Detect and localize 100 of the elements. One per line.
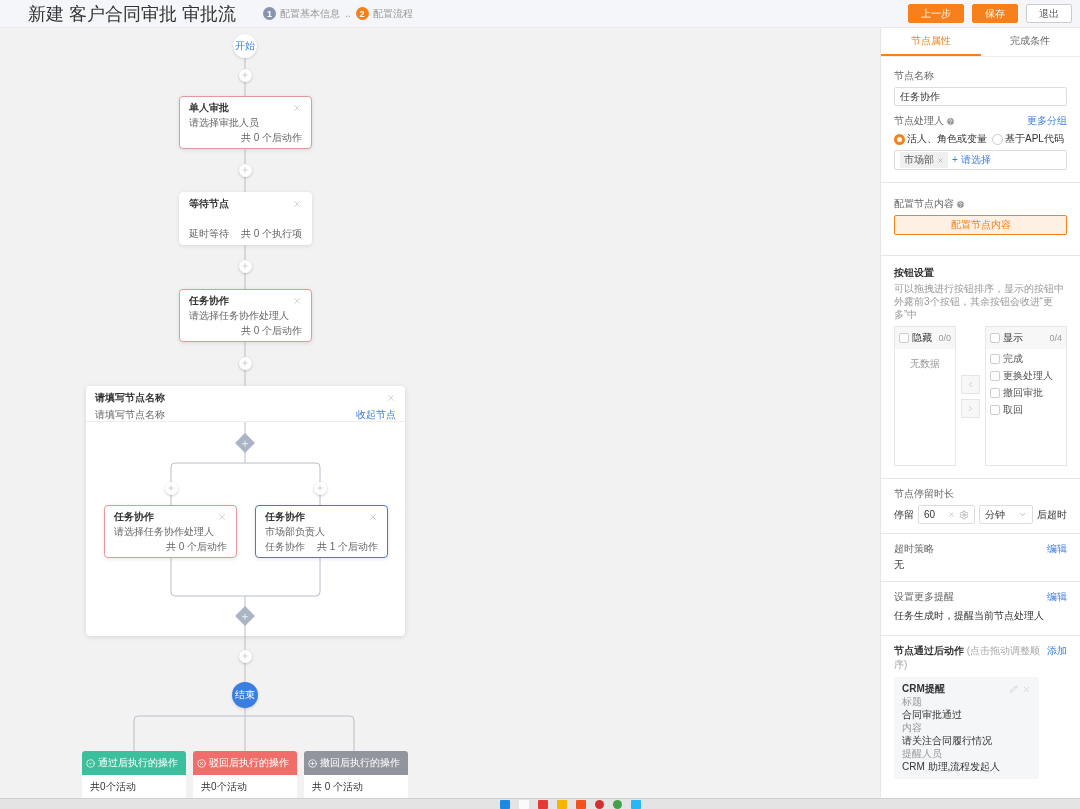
handler-field[interactable]: 市场部 + 请选择 xyxy=(894,150,1067,170)
plus-icon xyxy=(241,359,249,367)
step-number: 2 xyxy=(355,7,369,20)
action-count: 共 1 个后动作 xyxy=(316,541,378,553)
list-item[interactable]: 取回 xyxy=(1003,403,1023,417)
add-node-button[interactable] xyxy=(238,356,252,370)
list-item[interactable]: 撤回审批 xyxy=(1003,386,1043,400)
node-title: 任务协作 xyxy=(265,511,305,523)
field-value: 任务生成时，提醒当前节点处理人 xyxy=(894,609,1045,623)
node-card[interactable]: 等待节点 延时等待 共 0 个执行项 xyxy=(179,192,312,245)
field-label: 设置更多提醒 xyxy=(894,590,954,604)
list-title: 隐藏 xyxy=(912,331,932,345)
outcome-label: 撤回后执行的操作 xyxy=(320,756,400,770)
clear-icon[interactable] xyxy=(948,511,956,518)
outcome-label: 驳回后执行的操作 xyxy=(209,756,289,770)
add-node-button[interactable] xyxy=(238,68,252,82)
add-node-button[interactable] xyxy=(238,649,252,663)
start-node[interactable]: 开始 xyxy=(233,34,257,58)
section-title: 按钮设置 xyxy=(894,266,935,280)
help-icon[interactable] xyxy=(946,116,955,126)
radio-label: 基于APL代码 xyxy=(1005,132,1064,146)
plus-icon xyxy=(240,438,250,448)
edit-link[interactable]: 编辑 xyxy=(1047,542,1067,556)
edit-link[interactable]: 编辑 xyxy=(1047,590,1067,604)
more-groups-link[interactable]: 更多分组 xyxy=(1027,114,1067,128)
add-node-button[interactable] xyxy=(238,259,252,273)
action-card[interactable]: CRM提醒 标题 合同审批通过 内容 请关注合同履行情况 提醒人员 CRM 助理,流程发起人 xyxy=(894,677,1039,779)
outcome-card[interactable]: 驳回后执行的操作 共0个活动 xyxy=(193,751,297,798)
add-node-button[interactable] xyxy=(238,163,252,177)
duration-field[interactable]: 60 xyxy=(918,505,976,524)
checkbox[interactable] xyxy=(899,333,909,343)
list-item[interactable]: 更换处理人 xyxy=(1003,369,1053,383)
close-icon[interactable] xyxy=(292,296,302,306)
taskbar-icon[interactable] xyxy=(575,799,586,809)
move-right-button[interactable] xyxy=(961,398,980,418)
plus-icon xyxy=(316,484,324,492)
node-card[interactable]: 任务协作 市场部负责人 任务协作 共 1 个后动作 xyxy=(255,505,388,558)
checkbox[interactable] xyxy=(990,354,1000,364)
radio-button[interactable] xyxy=(992,133,1003,145)
action-field-label: 标题 xyxy=(902,696,923,708)
radio-button[interactable] xyxy=(894,133,905,145)
action-field-label: 内容 xyxy=(902,722,923,734)
collapse-link[interactable]: 收起节点 xyxy=(356,408,396,422)
taskbar-icon[interactable] xyxy=(537,799,548,809)
step-number: 1 xyxy=(263,7,276,20)
list-item[interactable]: 完成 xyxy=(1003,352,1023,366)
remove-icon[interactable] xyxy=(937,156,944,164)
close-icon[interactable] xyxy=(386,393,396,403)
taskbar-icon[interactable] xyxy=(499,799,510,809)
add-handler-link[interactable]: + 请选择 xyxy=(952,153,991,167)
node-subtitle: 请选择任务协作处理人 xyxy=(114,526,215,538)
activity-count: 共 0 个活动 xyxy=(312,781,364,792)
step-label: 配置流程 xyxy=(372,6,413,21)
page-title: 新建 客户合同审批 审批流 xyxy=(28,2,237,26)
close-icon[interactable] xyxy=(1022,684,1031,694)
help-icon[interactable] xyxy=(956,199,965,209)
exit-button[interactable]: 退出 xyxy=(1026,4,1072,23)
checkbox[interactable] xyxy=(990,405,1000,415)
node-subtitle: 请选择任务协作处理人 xyxy=(189,310,290,322)
plus-icon xyxy=(241,262,249,270)
outcome-card[interactable]: 通过后执行的操作 共0个活动 xyxy=(82,751,186,798)
move-left-button[interactable] xyxy=(961,374,980,394)
node-card[interactable]: 任务协作 请选择任务协作处理人 共 0 个后动作 xyxy=(179,289,312,342)
outcome-label: 通过后执行的操作 xyxy=(98,756,178,770)
list-title: 显示 xyxy=(1003,331,1023,345)
close-icon[interactable] xyxy=(292,199,302,209)
group-title: 请填写节点名称 xyxy=(95,391,165,405)
field-label: 节点处理人 xyxy=(894,114,944,128)
chevron-right-icon xyxy=(966,403,975,413)
close-icon[interactable] xyxy=(292,103,302,113)
unit-select[interactable]: 分钟 xyxy=(979,505,1033,524)
plus-icon xyxy=(241,166,249,174)
node-card[interactable]: 任务协作 请选择任务协作处理人 共 0 个后动作 xyxy=(104,505,237,558)
outcome-card[interactable]: 撤回后执行的操作 共 0 个活动 xyxy=(304,751,408,798)
checkbox[interactable] xyxy=(990,388,1000,398)
gear-icon[interactable] xyxy=(959,509,970,520)
checkbox[interactable] xyxy=(990,371,1000,381)
taskbar-icon[interactable] xyxy=(630,799,641,809)
action-field-value: CRM 助理,流程发起人 xyxy=(902,761,1002,773)
edit-icon[interactable] xyxy=(1010,684,1018,693)
empty-text: 无数据 xyxy=(909,357,941,371)
add-link[interactable]: 添加 xyxy=(1047,644,1067,658)
activity-count: 共0个活动 xyxy=(201,781,247,792)
action-field-value: 请关注合同履行情况 xyxy=(902,735,993,747)
section-description: 可以拖拽进行按钮排序，显示的按钮中外露前3个按钮，其余按钮会收进“更多”中 xyxy=(894,282,1065,321)
end-node[interactable]: 结束 xyxy=(232,682,258,708)
close-icon[interactable] xyxy=(217,512,227,522)
checkbox[interactable] xyxy=(990,333,1000,343)
step-label: 配置基本信息 xyxy=(280,6,340,21)
action-count: 共 0 个后动作 xyxy=(240,325,302,337)
stay-suffix: 后超时 xyxy=(1037,507,1067,522)
node-name-field[interactable]: 任务协作 xyxy=(894,87,1067,106)
chevron-left-icon xyxy=(966,379,975,389)
node-card[interactable]: 单人审批 请选择审批人员 共 0 个后动作 xyxy=(179,96,312,149)
close-icon[interactable] xyxy=(368,512,378,522)
action-count: 共 0 个后动作 xyxy=(240,132,302,144)
x-circle-icon xyxy=(197,758,206,768)
plus-circle-icon xyxy=(308,758,317,768)
handler-tag: 市场部 xyxy=(900,152,948,168)
activity-count: 共0个活动 xyxy=(90,781,136,792)
